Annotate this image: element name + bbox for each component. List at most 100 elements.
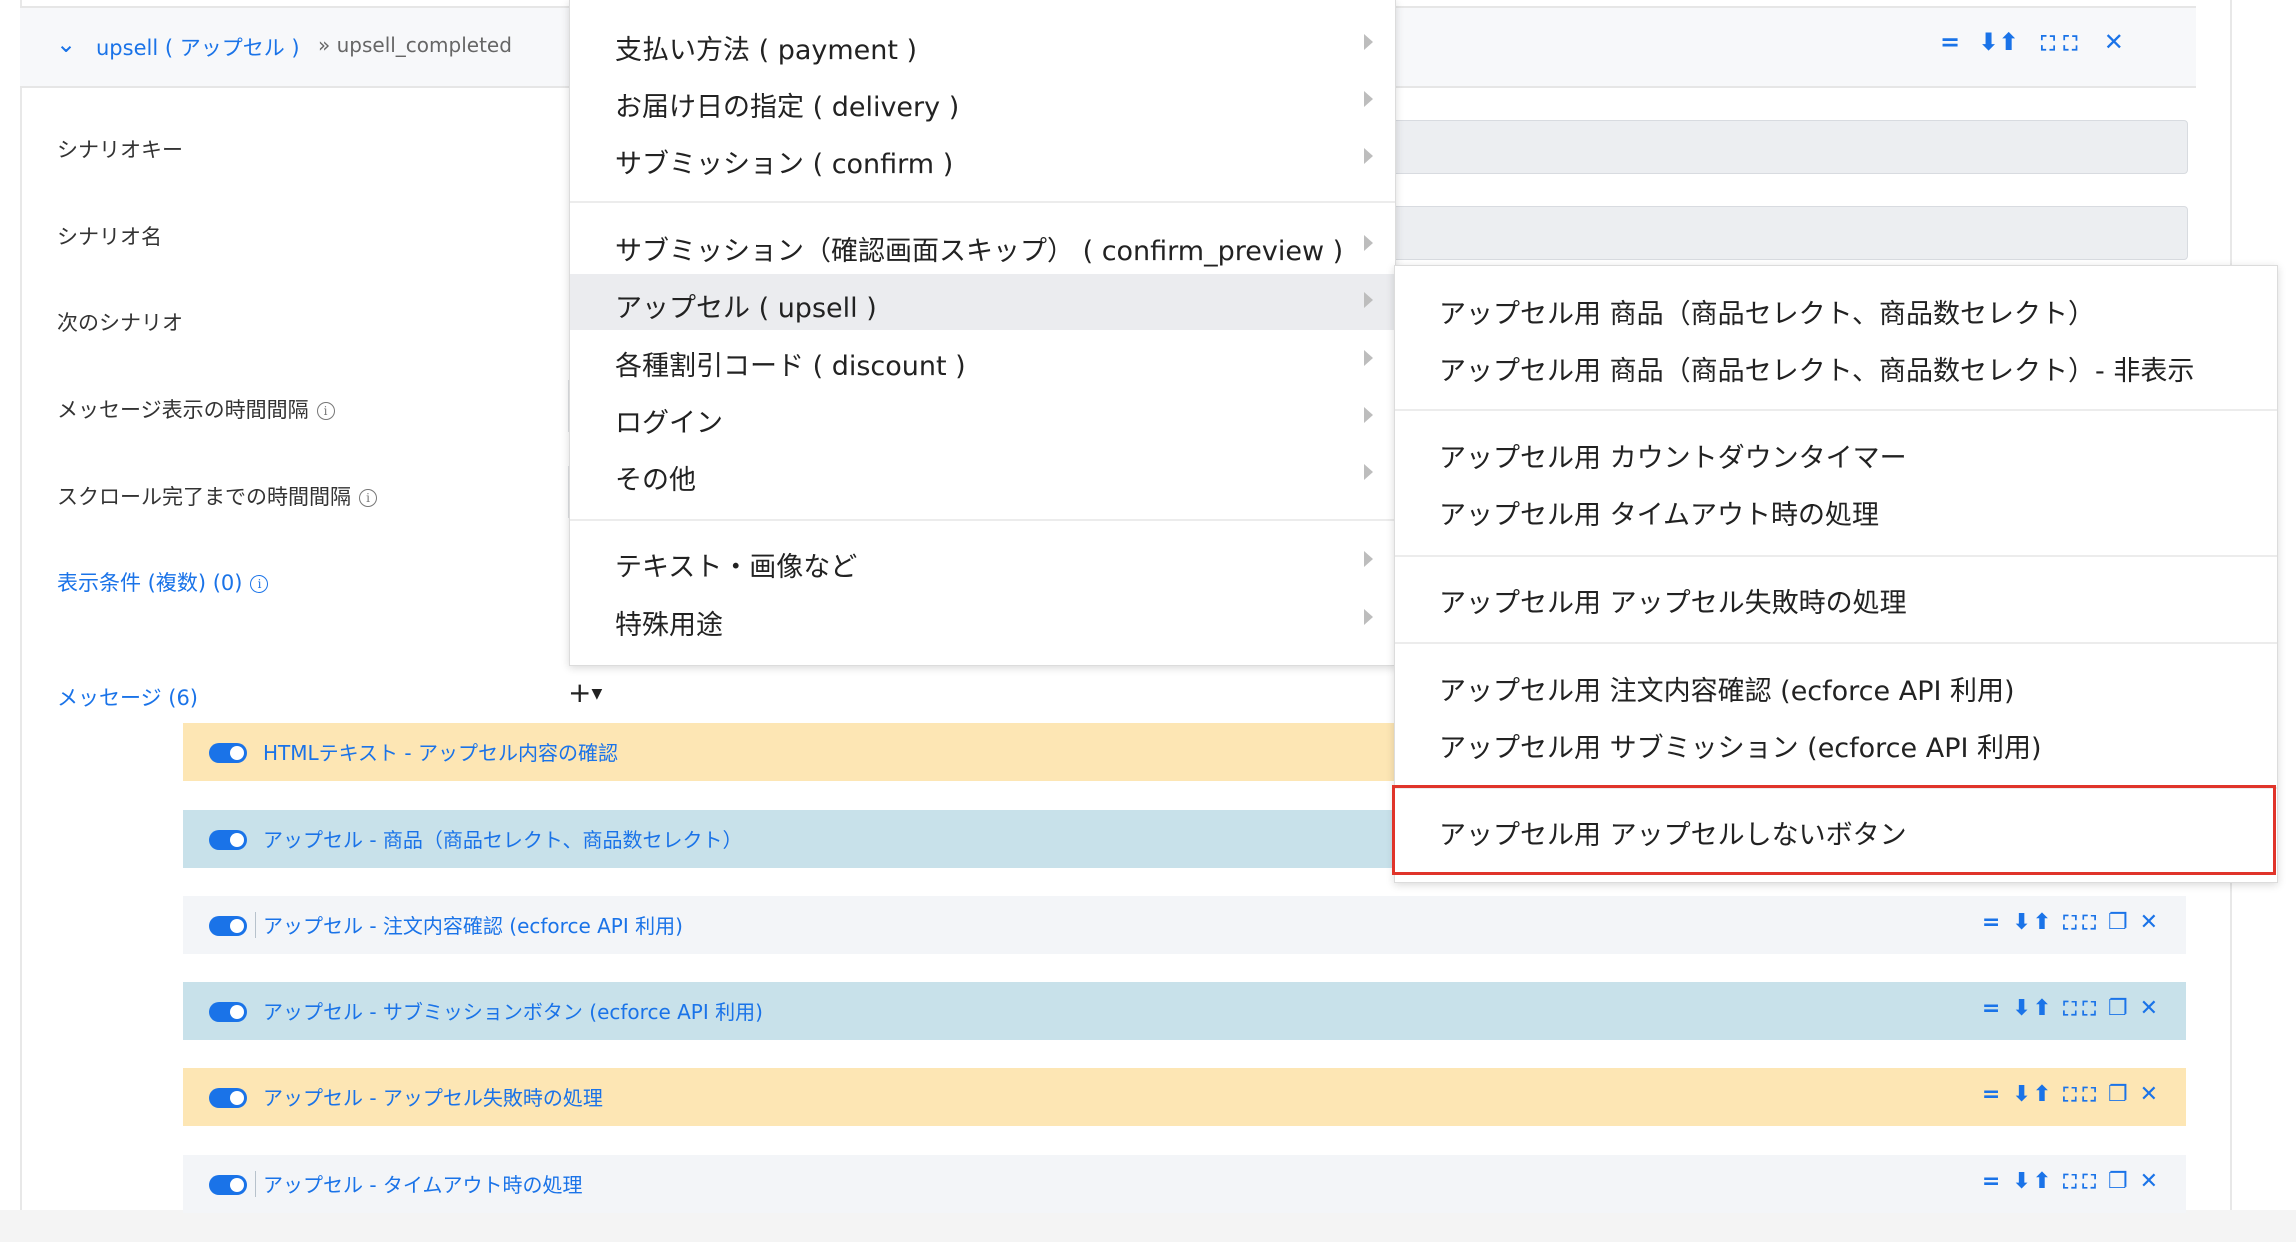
message-label[interactable]: アップセル - タイムアウト時の処理	[263, 1169, 583, 1198]
drag-handle-icon[interactable]: =	[1982, 1082, 2002, 1107]
submenu-item-order-confirm[interactable]: アップセル用 注文内容確認 (ecforce API 利用)	[1395, 657, 2277, 713]
message-row[interactable]: アップセル - アップセル失敗時の処理 = ⬇⬆ ⛶ ⛶ ❐ ✕	[183, 1068, 2186, 1126]
arrow-down-icon[interactable]: ⬇	[1978, 28, 1998, 56]
drag-handle-icon[interactable]: =	[1982, 1169, 2002, 1194]
menu-item-discount[interactable]: 各種割引コード ( discount )	[570, 332, 1395, 388]
info-icon[interactable]: i	[316, 402, 335, 420]
row-tools: = ⬇⬆ ⛶ ⛶ ❐ ✕	[1972, 910, 2160, 935]
add-message-button[interactable]: +▼	[568, 676, 602, 709]
message-row[interactable]: アップセル - 注文内容確認 (ecforce API 利用) = ⬇⬆ ⛶ ⛶ ❐ ✕	[183, 896, 2186, 954]
arrow-up-icon[interactable]: ⬆	[2033, 1169, 2053, 1194]
menu-divider	[570, 201, 1395, 203]
compress-icon[interactable]: ⛶	[2063, 998, 2078, 1020]
arrow-up-icon[interactable]: ⬆	[2033, 1082, 2053, 1107]
copy-icon[interactable]: ❐	[2108, 910, 2130, 935]
copy-icon[interactable]: ❐	[2108, 996, 2130, 1021]
info-icon[interactable]: i	[250, 575, 269, 593]
message-row[interactable]: アップセル - サブミッションボタン (ecforce API 利用) = ⬇⬆ ⛶…	[183, 982, 2186, 1040]
separator	[255, 1171, 256, 1197]
close-icon[interactable]: ✕	[2140, 910, 2160, 935]
arrow-up-icon[interactable]: ⬆	[2033, 996, 2053, 1021]
arrow-down-icon[interactable]: ⬇	[2012, 1082, 2032, 1107]
arrow-up-icon[interactable]: ⬆	[2033, 910, 2053, 935]
compress-icon[interactable]: ⛶	[2063, 1084, 2078, 1106]
caret-right-icon	[1364, 235, 1373, 251]
close-icon[interactable]: ✕	[2140, 1082, 2160, 1107]
menu-divider	[570, 519, 1395, 521]
submenu-item-timeout[interactable]: アップセル用 タイムアウト時の処理	[1395, 481, 2277, 537]
arrow-down-icon[interactable]: ⬇	[2012, 910, 2032, 935]
expand-icon[interactable]: ⛶	[2083, 1084, 2098, 1106]
message-label[interactable]: アップセル - サブミッションボタン (ecforce API 利用)	[263, 996, 763, 1025]
close-icon[interactable]: ✕	[2104, 28, 2124, 56]
enable-toggle[interactable]	[209, 1088, 247, 1108]
menu-divider	[1395, 555, 2277, 557]
row-tools: = ⬇⬆ ⛶ ⛶ ❐ ✕	[1972, 1082, 2160, 1107]
menu-item-login[interactable]: ログイン	[570, 389, 1395, 445]
scenario-key-label: シナリオキー	[57, 138, 183, 162]
submenu-item-upsell-product[interactable]: アップセル用 商品（商品セレクト、商品数セレクト）	[1395, 280, 2277, 336]
enable-toggle[interactable]	[209, 1002, 247, 1022]
scenario-title[interactable]: upsell ( アップセル )	[96, 32, 300, 62]
menu-item-text-image[interactable]: テキスト・画像など	[570, 533, 1395, 589]
enable-toggle[interactable]	[209, 830, 247, 850]
arrow-down-icon[interactable]: ⬇	[2012, 1169, 2032, 1194]
menu-item-upsell[interactable]: アップセル ( upsell )	[570, 274, 1395, 330]
submenu-item-upsell-failure[interactable]: アップセル用 アップセル失敗時の処理	[1395, 569, 2277, 625]
compress-icon[interactable]: ⛶	[2041, 31, 2055, 55]
drag-handle-icon[interactable]: =	[1982, 910, 2002, 935]
menu-item-confirm[interactable]: サブミッション ( confirm )	[570, 130, 1395, 186]
message-label[interactable]: アップセル - 商品（商品セレクト、商品数セレクト）	[263, 824, 743, 853]
copy-icon[interactable]: ❐	[2108, 1082, 2130, 1107]
message-label[interactable]: HTMLテキスト - アップセル内容の確認	[263, 737, 618, 766]
message-interval-label: メッセージ表示の時間間隔 i	[57, 394, 335, 424]
message-row[interactable]: アップセル - タイムアウト時の処理 = ⬇⬆ ⛶ ⛶ ❐ ✕	[183, 1155, 2186, 1213]
menu-item-delivery[interactable]: お届け日の指定 ( delivery )	[570, 73, 1395, 129]
menu-item-payment[interactable]: 支払い方法 ( payment )	[570, 16, 1395, 72]
submenu-item-submission[interactable]: アップセル用 サブミッション (ecforce API 利用)	[1395, 714, 2277, 770]
caret-right-icon	[1364, 34, 1373, 50]
message-label[interactable]: アップセル - アップセル失敗時の処理	[263, 1082, 603, 1111]
expand-icon[interactable]: ⛶	[2083, 912, 2098, 934]
info-icon[interactable]: i	[359, 489, 377, 507]
chevron-down-icon[interactable]: ⌄	[56, 30, 76, 58]
display-conditions-link[interactable]: 表示条件 (複数) (0) i	[57, 567, 269, 597]
caret-right-icon	[1364, 609, 1373, 625]
message-label[interactable]: アップセル - 注文内容確認 (ecforce API 利用)	[263, 910, 683, 939]
enable-toggle[interactable]	[209, 743, 247, 763]
menu-item-special[interactable]: 特殊用途	[570, 591, 1395, 647]
row-tools: = ⬇⬆ ⛶ ⛶ ❐ ✕	[1972, 996, 2160, 1021]
scroll-interval-label: スクロール完了までの時間間隔 i	[57, 481, 377, 511]
close-icon[interactable]: ✕	[2140, 1169, 2160, 1194]
caret-right-icon	[1364, 407, 1373, 423]
menu-divider	[1395, 409, 2277, 411]
messages-label[interactable]: メッセージ (6)	[57, 682, 198, 712]
menu-divider	[1395, 642, 2277, 644]
submenu-item-upsell-product-hidden[interactable]: アップセル用 商品（商品セレクト、商品数セレクト）- 非表示	[1395, 337, 2277, 393]
expand-icon[interactable]: ⛶	[2063, 31, 2077, 55]
close-icon[interactable]: ✕	[2140, 996, 2160, 1021]
expand-icon[interactable]: ⛶	[2083, 1171, 2098, 1193]
header-tools: = ⬇⬆ ⛶ ⛶ ✕	[1940, 28, 2124, 56]
row-tools: = ⬇⬆ ⛶ ⛶ ❐ ✕	[1972, 1169, 2160, 1194]
drag-handle-icon[interactable]: =	[1982, 996, 2002, 1021]
compress-icon[interactable]: ⛶	[2063, 912, 2078, 934]
bottom-band	[0, 1210, 2296, 1242]
menu-item-confirm-preview[interactable]: サブミッション（確認画面スキップ） ( confirm_preview )	[570, 217, 1395, 273]
menu-item-other[interactable]: その他	[570, 446, 1395, 502]
scenario-path: » upsell_completed	[318, 33, 512, 57]
compress-icon[interactable]: ⛶	[2063, 1171, 2078, 1193]
add-message-menu: 支払い方法 ( payment ) お届け日の指定 ( delivery ) サ…	[569, 0, 1396, 666]
copy-icon[interactable]: ❐	[2108, 1169, 2130, 1194]
enable-toggle[interactable]	[209, 916, 247, 936]
arrow-up-icon[interactable]: ⬆	[1999, 28, 2019, 56]
separator	[255, 912, 256, 938]
caret-right-icon	[1364, 350, 1373, 366]
caret-right-icon	[1364, 551, 1373, 567]
caret-right-icon	[1364, 292, 1373, 308]
expand-icon[interactable]: ⛶	[2083, 998, 2098, 1020]
submenu-item-countdown-timer[interactable]: アップセル用 カウントダウンタイマー	[1395, 424, 2277, 480]
drag-handle-icon[interactable]: =	[1940, 28, 1960, 56]
arrow-down-icon[interactable]: ⬇	[2012, 996, 2032, 1021]
enable-toggle[interactable]	[209, 1175, 247, 1195]
